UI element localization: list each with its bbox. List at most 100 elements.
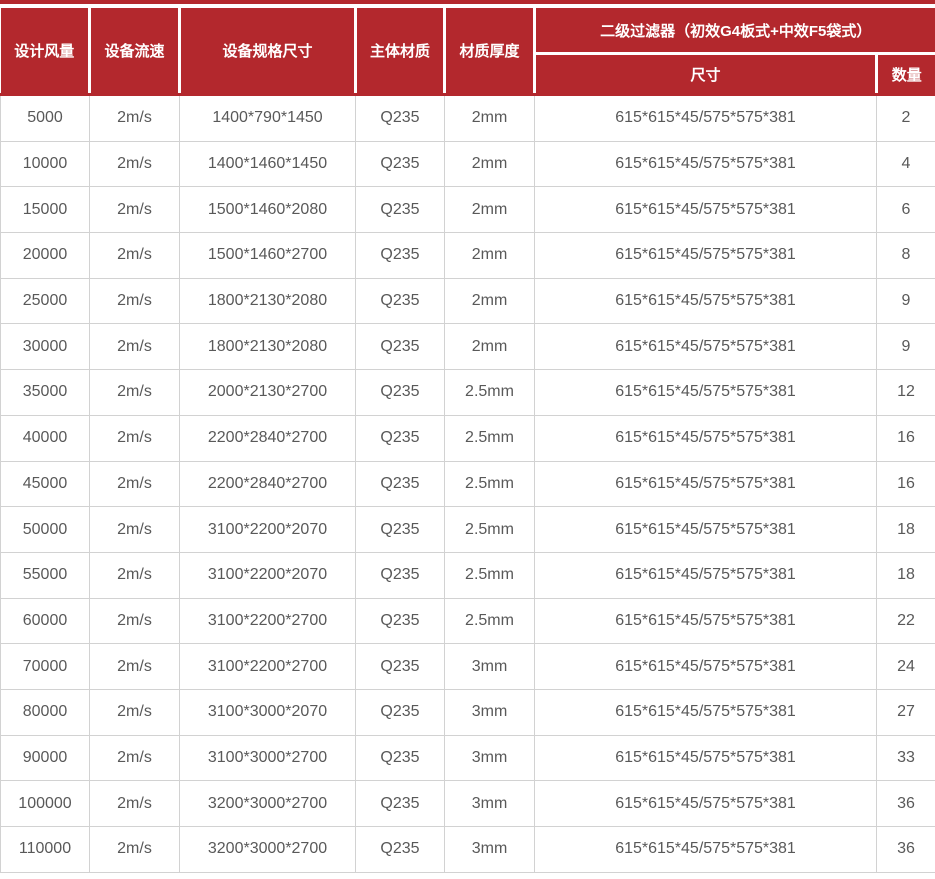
- cell-body-material: Q235: [356, 187, 445, 233]
- cell-design-airflow: 70000: [1, 644, 90, 690]
- cell-spec-size: 1500*1460*2700: [180, 233, 356, 279]
- cell-filter-quantity: 18: [877, 552, 935, 598]
- cell-filter-size: 615*615*45/575*575*381: [535, 689, 877, 735]
- table-row: 1100002m/s3200*3000*2700Q2353mm615*615*4…: [1, 827, 935, 873]
- cell-filter-size: 615*615*45/575*575*381: [535, 827, 877, 873]
- cell-spec-size: 2200*2840*2700: [180, 415, 356, 461]
- table-row: 350002m/s2000*2130*2700Q2352.5mm615*615*…: [1, 370, 935, 416]
- cell-thickness: 3mm: [445, 689, 535, 735]
- cell-thickness: 2mm: [445, 324, 535, 370]
- cell-body-material: Q235: [356, 324, 445, 370]
- cell-design-airflow: 25000: [1, 278, 90, 324]
- cell-thickness: 2mm: [445, 95, 535, 142]
- table-row: 400002m/s2200*2840*2700Q2352.5mm615*615*…: [1, 415, 935, 461]
- cell-body-material: Q235: [356, 644, 445, 690]
- cell-filter-size: 615*615*45/575*575*381: [535, 461, 877, 507]
- cell-spec-size: 3100*3000*2070: [180, 689, 356, 735]
- cell-design-airflow: 55000: [1, 552, 90, 598]
- cell-thickness: 3mm: [445, 827, 535, 873]
- cell-thickness: 2.5mm: [445, 598, 535, 644]
- col-header-thickness: 材质厚度: [445, 8, 535, 95]
- cell-filter-size: 615*615*45/575*575*381: [535, 644, 877, 690]
- cell-spec-size: 3200*3000*2700: [180, 827, 356, 873]
- cell-body-material: Q235: [356, 689, 445, 735]
- cell-thickness: 2mm: [445, 233, 535, 279]
- cell-body-material: Q235: [356, 552, 445, 598]
- table-row: 600002m/s3100*2200*2700Q2352.5mm615*615*…: [1, 598, 935, 644]
- cell-flow-velocity: 2m/s: [90, 141, 180, 187]
- cell-flow-velocity: 2m/s: [90, 507, 180, 553]
- cell-flow-velocity: 2m/s: [90, 598, 180, 644]
- cell-filter-quantity: 9: [877, 278, 935, 324]
- cell-design-airflow: 40000: [1, 415, 90, 461]
- cell-spec-size: 1400*790*1450: [180, 95, 356, 142]
- col-header-body-material: 主体材质: [356, 8, 445, 95]
- cell-filter-size: 615*615*45/575*575*381: [535, 324, 877, 370]
- cell-filter-quantity: 4: [877, 141, 935, 187]
- cell-filter-size: 615*615*45/575*575*381: [535, 278, 877, 324]
- col-header-filter-group: 二级过滤器（初效G4板式+中效F5袋式）: [535, 8, 935, 54]
- cell-spec-size: 3100*3000*2700: [180, 735, 356, 781]
- cell-filter-quantity: 8: [877, 233, 935, 279]
- cell-design-airflow: 5000: [1, 95, 90, 142]
- cell-thickness: 3mm: [445, 781, 535, 827]
- cell-flow-velocity: 2m/s: [90, 415, 180, 461]
- cell-design-airflow: 50000: [1, 507, 90, 553]
- cell-flow-velocity: 2m/s: [90, 187, 180, 233]
- cell-design-airflow: 45000: [1, 461, 90, 507]
- cell-design-airflow: 60000: [1, 598, 90, 644]
- cell-spec-size: 3100*2200*2700: [180, 598, 356, 644]
- cell-body-material: Q235: [356, 598, 445, 644]
- cell-design-airflow: 110000: [1, 827, 90, 873]
- cell-thickness: 3mm: [445, 644, 535, 690]
- cell-filter-quantity: 22: [877, 598, 935, 644]
- cell-spec-size: 2200*2840*2700: [180, 461, 356, 507]
- cell-body-material: Q235: [356, 370, 445, 416]
- table-row: 700002m/s3100*2200*2700Q2353mm615*615*45…: [1, 644, 935, 690]
- cell-body-material: Q235: [356, 827, 445, 873]
- cell-flow-velocity: 2m/s: [90, 95, 180, 142]
- cell-body-material: Q235: [356, 233, 445, 279]
- cell-filter-size: 615*615*45/575*575*381: [535, 735, 877, 781]
- filter-spec-table: 设计风量 设备流速 设备规格尺寸 主体材质 材质厚度 二级过滤器（初效G4板式+…: [0, 8, 935, 873]
- cell-body-material: Q235: [356, 781, 445, 827]
- col-header-design-airflow: 设计风量: [1, 8, 90, 95]
- col-header-filter-quantity: 数量: [877, 54, 935, 95]
- cell-filter-quantity: 16: [877, 415, 935, 461]
- table-row: 200002m/s1500*1460*2700Q2352mm615*615*45…: [1, 233, 935, 279]
- cell-thickness: 2.5mm: [445, 461, 535, 507]
- table-body: 50002m/s1400*790*1450Q2352mm615*615*45/5…: [1, 95, 935, 873]
- cell-filter-size: 615*615*45/575*575*381: [535, 233, 877, 279]
- cell-flow-velocity: 2m/s: [90, 644, 180, 690]
- cell-flow-velocity: 2m/s: [90, 827, 180, 873]
- cell-thickness: 2mm: [445, 187, 535, 233]
- cell-filter-size: 615*615*45/575*575*381: [535, 781, 877, 827]
- cell-filter-quantity: 6: [877, 187, 935, 233]
- cell-filter-size: 615*615*45/575*575*381: [535, 95, 877, 142]
- table-row: 250002m/s1800*2130*2080Q2352mm615*615*45…: [1, 278, 935, 324]
- table-row: 1000002m/s3200*3000*2700Q2353mm615*615*4…: [1, 781, 935, 827]
- cell-spec-size: 3100*2200*2700: [180, 644, 356, 690]
- cell-filter-quantity: 9: [877, 324, 935, 370]
- cell-filter-quantity: 36: [877, 781, 935, 827]
- cell-design-airflow: 90000: [1, 735, 90, 781]
- cell-design-airflow: 100000: [1, 781, 90, 827]
- cell-thickness: 2.5mm: [445, 507, 535, 553]
- cell-spec-size: 3100*2200*2070: [180, 507, 356, 553]
- table-top-accent-bar: [0, 0, 935, 4]
- cell-spec-size: 3200*3000*2700: [180, 781, 356, 827]
- table-row: 50002m/s1400*790*1450Q2352mm615*615*45/5…: [1, 95, 935, 142]
- col-header-spec-size: 设备规格尺寸: [180, 8, 356, 95]
- cell-thickness: 3mm: [445, 735, 535, 781]
- cell-filter-size: 615*615*45/575*575*381: [535, 187, 877, 233]
- table-row: 550002m/s3100*2200*2070Q2352.5mm615*615*…: [1, 552, 935, 598]
- cell-design-airflow: 10000: [1, 141, 90, 187]
- cell-thickness: 2mm: [445, 141, 535, 187]
- cell-body-material: Q235: [356, 507, 445, 553]
- cell-design-airflow: 15000: [1, 187, 90, 233]
- cell-body-material: Q235: [356, 95, 445, 142]
- cell-thickness: 2mm: [445, 278, 535, 324]
- cell-flow-velocity: 2m/s: [90, 370, 180, 416]
- cell-flow-velocity: 2m/s: [90, 689, 180, 735]
- cell-filter-size: 615*615*45/575*575*381: [535, 415, 877, 461]
